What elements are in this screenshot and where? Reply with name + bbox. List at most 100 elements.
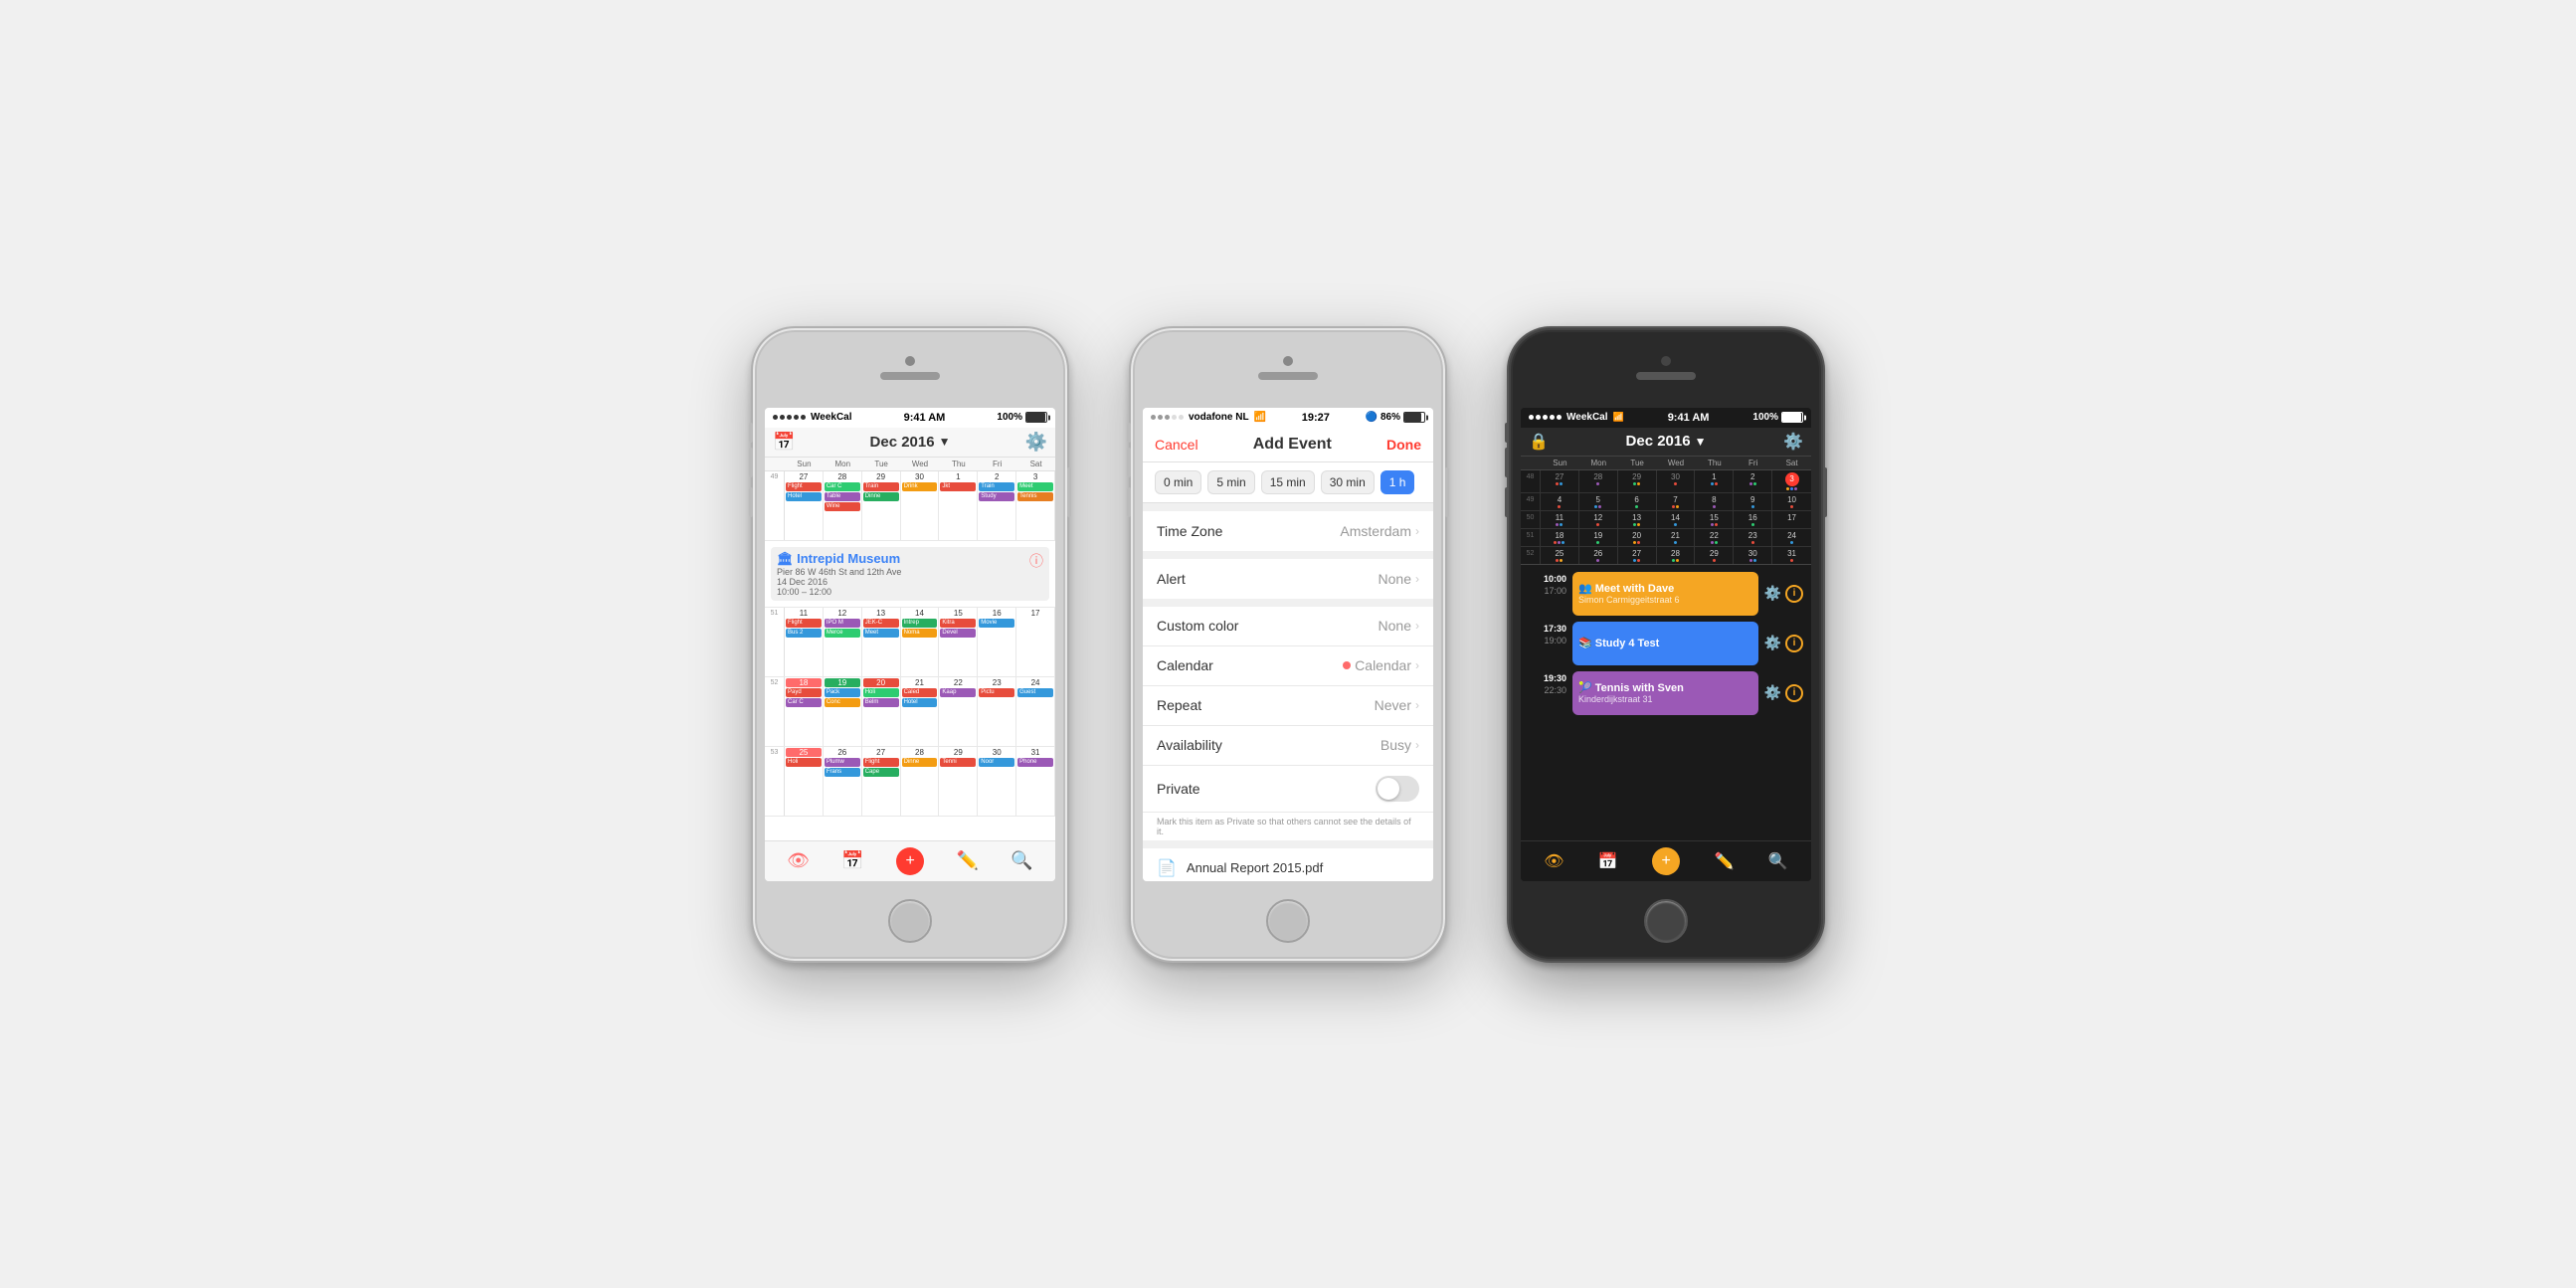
alert-row[interactable]: Alert None ›: [1143, 559, 1433, 599]
attachment-pdf[interactable]: 📄 Annual Report 2015.pdf: [1143, 848, 1433, 881]
dark-settings-icon[interactable]: ⚙️: [1783, 432, 1803, 452]
event-jkt[interactable]: Jkt: [940, 482, 976, 491]
e21a[interactable]: Caled: [902, 688, 938, 697]
calendar-row[interactable]: Calendar Calendar ›: [1143, 646, 1433, 686]
alert-1h[interactable]: 1 h: [1380, 470, 1415, 494]
e27b[interactable]: Cape: [863, 768, 899, 777]
alert-5min[interactable]: 5 min: [1207, 470, 1254, 494]
e18a[interactable]: Payd: [786, 688, 822, 697]
day-dec20[interactable]: 20 Holi Belm: [862, 677, 901, 746]
e29a[interactable]: Tenni: [940, 758, 976, 767]
private-row[interactable]: Private: [1143, 766, 1433, 813]
event-train2[interactable]: Train: [979, 482, 1014, 491]
day-nov30[interactable]: 30 Drink: [901, 471, 940, 540]
event-train[interactable]: Train: [863, 482, 899, 491]
calendar-icon[interactable]: 📅: [773, 432, 795, 453]
custom-color-row[interactable]: Custom color None ›: [1143, 607, 1433, 646]
event-info-1[interactable]: i: [1785, 585, 1803, 603]
add-event-button[interactable]: +: [896, 847, 924, 875]
mute-switch-3[interactable]: [1505, 423, 1509, 443]
e11b[interactable]: Bus 2: [786, 629, 822, 638]
event-meet-dave[interactable]: 10:00 17:00 👥 Meet with Dave Simon Carmi…: [1521, 569, 1811, 619]
e12a[interactable]: IPO M: [825, 619, 860, 628]
private-toggle[interactable]: [1376, 776, 1419, 802]
month-title[interactable]: Dec 2016 ▼: [870, 434, 951, 451]
dark-d27[interactable]: 27: [1541, 470, 1579, 492]
e15a[interactable]: Kitra: [940, 619, 976, 628]
day-dec2[interactable]: 2 Train Study: [978, 471, 1016, 540]
e15b[interactable]: Devel: [940, 629, 976, 638]
day-nov28[interactable]: 28 Car C Table Wine: [824, 471, 862, 540]
alert-30min[interactable]: 30 min: [1321, 470, 1375, 494]
e20a[interactable]: Holi: [863, 688, 899, 697]
event-flight[interactable]: Flight: [786, 482, 822, 491]
event-tennis[interactable]: 19:30 22:30 🎾 Tennis with Sven Kinderdij…: [1521, 668, 1811, 718]
volume-down-button[interactable]: [749, 487, 753, 517]
dark-search-icon[interactable]: 🔍: [1768, 851, 1788, 871]
day-dec19[interactable]: 19 Pack Conc: [824, 677, 862, 746]
mute-switch[interactable]: [749, 423, 753, 443]
e25a[interactable]: Holi: [786, 758, 822, 767]
event-info-3[interactable]: i: [1785, 684, 1803, 702]
dark-d3-today[interactable]: 3: [1772, 470, 1811, 492]
day-dec21[interactable]: 21 Caled Hotel: [901, 677, 940, 746]
e11a[interactable]: Flight: [786, 619, 822, 628]
e18b[interactable]: Car C: [786, 698, 822, 707]
day-dec30[interactable]: 30 Noor: [978, 747, 1016, 816]
e13b[interactable]: Meet: [863, 629, 899, 638]
day-dec22[interactable]: 22 Kaap: [939, 677, 978, 746]
event-drink[interactable]: Drink: [902, 482, 938, 491]
settings-icon[interactable]: ⚙️: [1025, 432, 1047, 453]
day-dec31[interactable]: 31 Phone: [1016, 747, 1055, 816]
day-dec15[interactable]: 15 Kitra Devel: [939, 608, 978, 676]
e23a[interactable]: Pictu: [979, 688, 1014, 697]
e19b[interactable]: Conc: [825, 698, 860, 707]
alert-0min[interactable]: 0 min: [1155, 470, 1201, 494]
day-dec25[interactable]: 25 Holi: [785, 747, 824, 816]
day-dec18[interactable]: 18 Payd Car C: [785, 677, 824, 746]
dark-d30[interactable]: 30: [1657, 470, 1696, 492]
event-hotel[interactable]: Hotel: [786, 492, 822, 501]
e12b[interactable]: Merce: [825, 629, 860, 638]
dark-d29[interactable]: 29: [1618, 470, 1657, 492]
volume-up-button[interactable]: [749, 448, 753, 477]
e27a[interactable]: Flight: [863, 758, 899, 767]
volume-down-3[interactable]: [1505, 487, 1509, 517]
day-dec13[interactable]: 13 JEK-C Meet: [862, 608, 901, 676]
e19a[interactable]: Pack: [825, 688, 860, 697]
availability-row[interactable]: Availability Busy ›: [1143, 726, 1433, 766]
event-gear-3[interactable]: ⚙️: [1764, 684, 1781, 701]
event-gear-2[interactable]: ⚙️: [1764, 635, 1781, 651]
e20b[interactable]: Belm: [863, 698, 899, 707]
calendar-tab-icon[interactable]: 📅: [841, 850, 863, 871]
dark-eye-icon[interactable]: 👁: [1544, 851, 1564, 871]
day-dec3[interactable]: 3 Meet Tennis: [1016, 471, 1055, 540]
day-dec12[interactable]: 12 IPO M Merce: [824, 608, 862, 676]
power-button-3[interactable]: [1823, 467, 1827, 517]
mute-switch-2[interactable]: [1127, 423, 1131, 443]
alert-15min[interactable]: 15 min: [1261, 470, 1315, 494]
home-button[interactable]: [888, 899, 932, 943]
expanded-event[interactable]: ⓘ 🏛 Intrepid Museum Pier 86 W 46th St an…: [771, 547, 1049, 601]
event-meet[interactable]: Meet: [1017, 482, 1053, 491]
day-dec29[interactable]: 29 Tenni: [939, 747, 978, 816]
event-table[interactable]: Table: [825, 492, 860, 501]
day-dec1[interactable]: 1 Jkt: [939, 471, 978, 540]
day-dec14[interactable]: 14 Intrep Noma: [901, 608, 940, 676]
dark-month-title[interactable]: Dec 2016 ▼: [1626, 433, 1707, 450]
home-button-2[interactable]: [1266, 899, 1310, 943]
event-gear-1[interactable]: ⚙️: [1764, 585, 1781, 602]
eye-icon[interactable]: 👁: [787, 850, 810, 871]
home-button-3[interactable]: [1644, 899, 1688, 943]
repeat-row[interactable]: Repeat Never ›: [1143, 686, 1433, 726]
e21b[interactable]: Hotel: [902, 698, 938, 707]
e30a[interactable]: Noor: [979, 758, 1014, 767]
day-dec23[interactable]: 23 Pictu: [978, 677, 1016, 746]
day-dec24[interactable]: 24 Guest: [1016, 677, 1055, 746]
lock-icon[interactable]: 🔒: [1529, 432, 1549, 452]
search-icon[interactable]: 🔍: [1011, 850, 1032, 871]
edit-icon[interactable]: ✏️: [957, 850, 979, 871]
volume-down-2[interactable]: [1127, 487, 1131, 517]
event-wine[interactable]: Wine: [825, 502, 860, 511]
day-dec17[interactable]: 17: [1016, 608, 1055, 676]
